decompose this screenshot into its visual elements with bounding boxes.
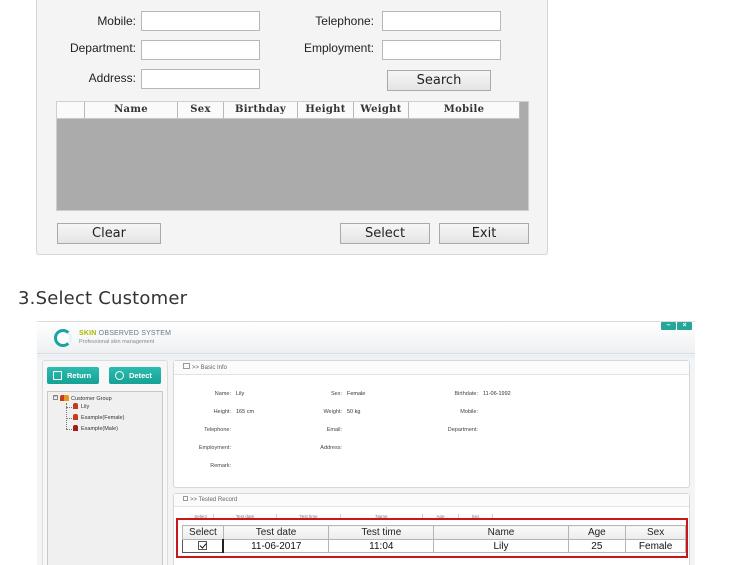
app-header: SKIN OBSERVED SYSTEM Professional skin m… [37,322,695,354]
collapse-icon[interactable]: − [53,395,58,401]
address-label: Address: [320,445,342,451]
tree-connector [66,407,72,408]
tested-record-title: >> Tested Record [190,497,238,503]
record-icon [183,495,188,501]
highlighted-record-table: Select Test date Test time Name Age Sex … [176,518,688,558]
basic-info-header: >> Basic Info [174,361,689,375]
tree-item-label: Example(Male) [81,426,118,432]
name-label: Name: [214,391,231,397]
customer-tree[interactable]: − Customer Group Lily Example(Female) Exa… [47,391,163,565]
tested-record-table: Select Test date Test time Name Age Sex … [182,525,686,553]
detect-button[interactable]: Detect [109,367,161,384]
employment-input[interactable] [382,40,501,60]
birthdate-value: 11-06-1992 [483,391,511,397]
tree-item-lily[interactable]: Lily [73,402,90,412]
col-test-time[interactable]: Test time [328,525,435,540]
return-label: Return [67,371,92,380]
magnifier-icon [115,371,124,380]
row-test-date: 11-06-2017 [222,539,330,553]
row-select-checkbox[interactable] [198,541,208,551]
tree-connector [66,418,72,419]
grid-header-sex[interactable]: Sex [178,102,224,119]
height-label: Height: [213,409,231,415]
mobile-label: Mobile: [460,409,478,415]
col-select[interactable]: Select [182,525,224,540]
department-label: Department: [447,427,478,433]
brand-rest: OBSERVED SYSTEM [96,330,172,337]
grid-header-mobile[interactable]: Mobile [409,102,520,119]
mobile-label: Mobile: [97,14,136,28]
birthdate-label: Birthdate: [454,391,478,397]
clear-button[interactable]: Clear [57,223,161,244]
select-button[interactable]: Select [340,223,430,244]
app-brand: SKIN OBSERVED SYSTEM [79,330,171,337]
detect-label: Detect [129,371,152,380]
col-age[interactable]: Age [567,525,627,540]
logo-icon [54,329,72,347]
height-value: 165 cm [236,409,255,415]
remark-label: Remark: [210,463,231,469]
group-icon [60,394,69,401]
search-button[interactable]: Search [387,70,491,91]
email-label: Email: [326,427,342,433]
department-label: Department: [69,41,136,55]
minimize-icon[interactable]: – [661,322,676,330]
edit-icon [183,363,190,370]
brand-highlight: SKIN [79,330,97,337]
record-table-header: Select Test date Test time Name Age Sex [182,525,686,540]
weight-label: Weight: [323,409,342,415]
return-button[interactable]: Return [47,367,99,384]
col-name[interactable]: Name [433,525,569,540]
department-input[interactable] [141,40,260,60]
person-icon [73,402,78,409]
employment-label: Employment: [303,41,374,55]
tested-record-header: >> Tested Record [174,494,689,507]
tree-connector [66,429,72,430]
tree-root-label: Customer Group [71,396,112,402]
grid-header: Name Sex Birthday Height Weight Mobile [57,102,520,119]
person-icon [73,424,78,431]
basic-info-panel: >> Basic Info Name: Lily Sex: Female Bir… [173,360,690,488]
mobile-input[interactable] [141,11,260,31]
tree-item-example-male[interactable]: Example(Male) [73,424,118,434]
grid-header-birthday[interactable]: Birthday [224,102,298,119]
basic-info-title: >> Basic Info [192,365,228,371]
person-icon [73,413,78,420]
grid-header-height[interactable]: Height [298,102,354,119]
row-sex: Female [625,539,686,553]
sex-label: Sex: [330,391,342,397]
return-icon [53,371,62,380]
employment-label: Employment: [198,445,231,451]
customer-results-grid[interactable]: Name Sex Birthday Height Weight Mobile [56,101,529,211]
col-sex[interactable]: Sex [625,525,686,540]
grid-header-weight[interactable]: Weight [354,102,409,119]
address-input[interactable] [141,69,260,89]
sex-value: Female [347,391,366,397]
table-row[interactable]: 11-06-2017 11:04 Lily 25 Female [182,539,686,553]
address-label: Address: [88,71,136,85]
telephone-label: Telephone: [315,14,374,28]
section-title: 3.Select Customer [18,288,188,309]
weight-value: 50 kg [347,409,361,415]
tree-item-label: Example(Female) [81,415,125,421]
app-tagline: Professional skin management [79,339,155,345]
close-icon[interactable]: × [677,322,692,330]
tree-item-label: Lily [81,404,90,410]
telephone-label: Telephone: [204,427,231,433]
search-customer-dialog: Mobile: Department: Address: Telephone: … [36,0,548,255]
telephone-input[interactable] [382,11,501,31]
col-test-date[interactable]: Test date [222,525,330,540]
grid-header-name[interactable]: Name [85,102,178,119]
row-select-cell[interactable] [182,539,225,553]
grid-header-selector [57,102,85,119]
row-name: Lily [433,539,569,553]
tree-item-example-female[interactable]: Example(Female) [73,413,125,423]
left-panel: Return Detect − Customer Group Lily Examp… [42,360,168,565]
exit-button[interactable]: Exit [439,223,529,244]
name-value: Lily [236,391,245,397]
row-age: 25 [567,539,627,553]
row-test-time: 11:04 [328,539,435,553]
